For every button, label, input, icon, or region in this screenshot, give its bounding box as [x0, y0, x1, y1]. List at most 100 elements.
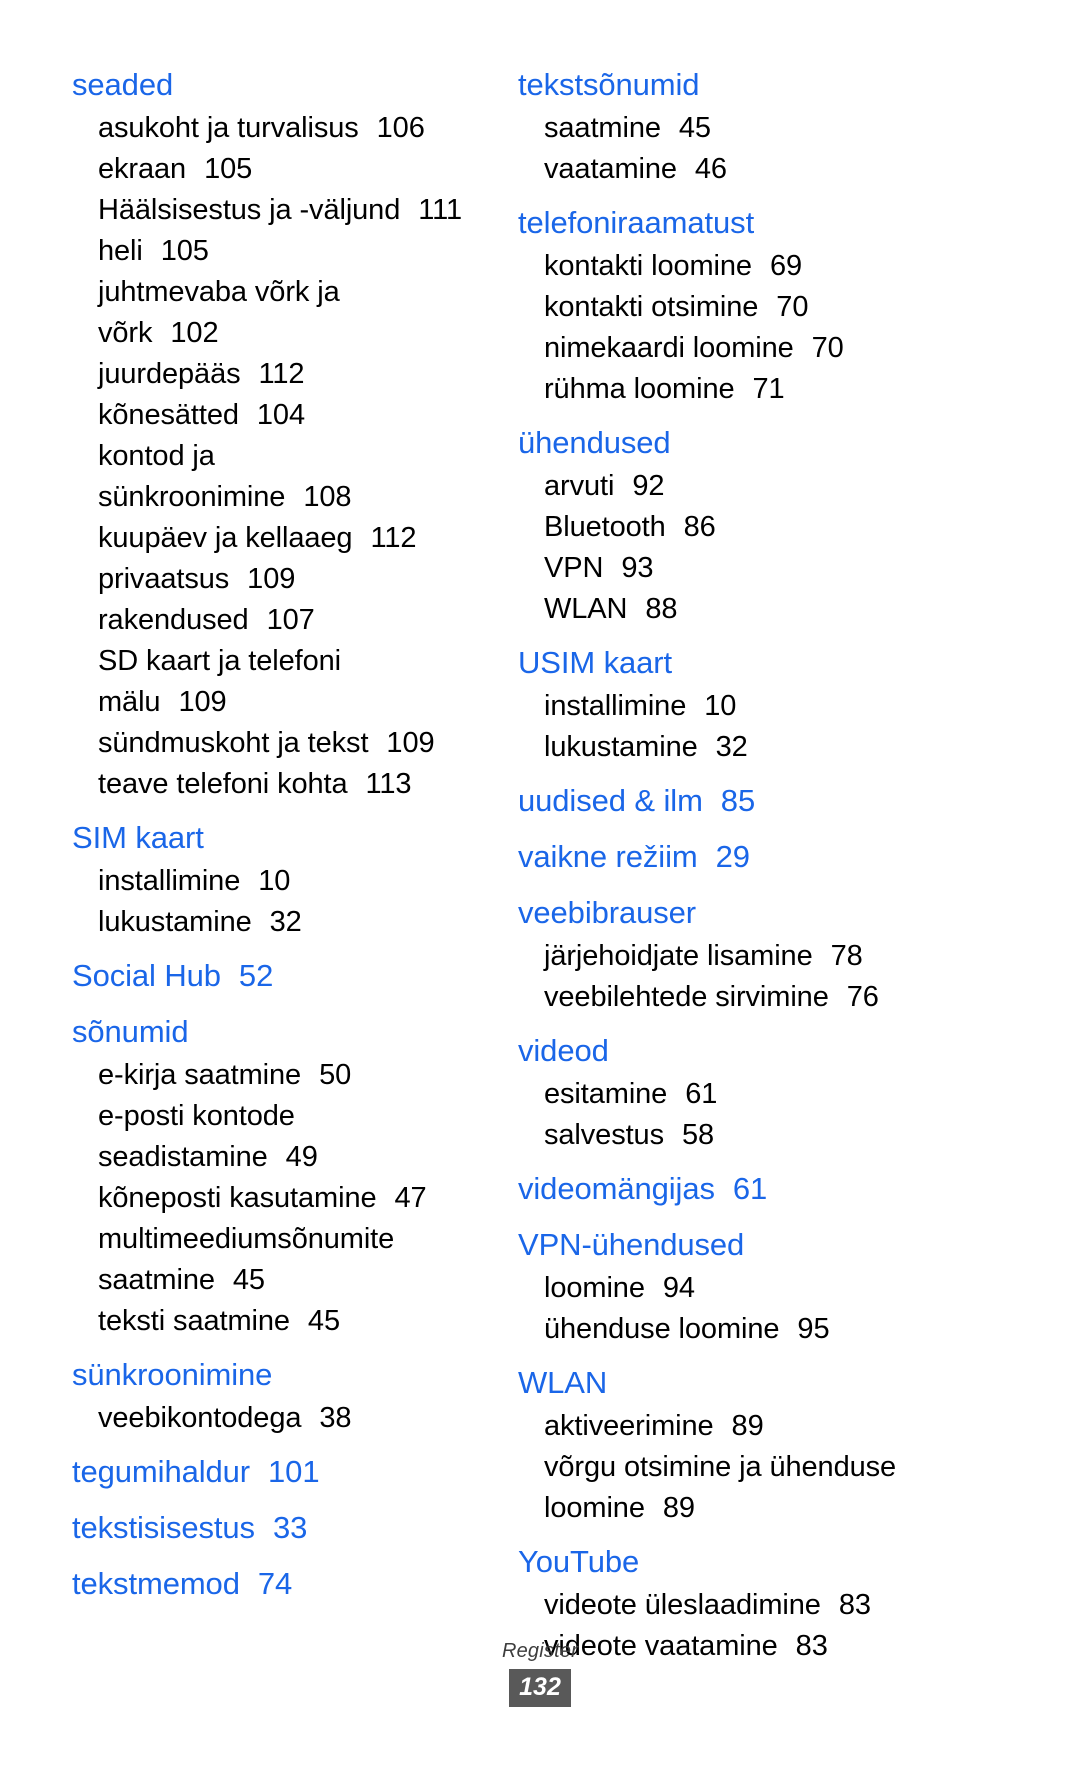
- index-heading[interactable]: vaikne režiim 29: [518, 834, 1070, 880]
- index-entry-page-number: 78: [830, 940, 863, 972]
- index-entry-page-number: 10: [258, 865, 291, 897]
- index-entry[interactable]: privaatsus 109: [72, 559, 492, 600]
- index-entry-page-number: 10: [704, 690, 737, 722]
- index-heading-page-number: 29: [715, 839, 750, 874]
- index-entry[interactable]: aktiveerimine 89: [518, 1406, 1070, 1447]
- index-entry-label: loomine: [544, 1272, 645, 1304]
- index-entry[interactable]: salvestus 58: [518, 1115, 1070, 1156]
- index-entry[interactable]: nimekaardi loomine 70: [518, 328, 1070, 369]
- index-entry[interactable]: veebikontodega 38: [72, 1398, 492, 1439]
- index-entry[interactable]: loomine 94: [518, 1268, 1070, 1309]
- index-heading-page-number: 52: [238, 958, 274, 993]
- index-heading[interactable]: tekstmemod 74: [72, 1561, 492, 1607]
- index-heading[interactable]: WLAN: [518, 1360, 1070, 1406]
- index-entry-page-number: 71: [752, 373, 785, 405]
- index-entry-page-number: 89: [662, 1492, 695, 1524]
- index-entry[interactable]: arvuti 92: [518, 466, 1070, 507]
- index-heading[interactable]: sõnumid: [72, 1009, 492, 1055]
- index-heading[interactable]: VPN-ühendused: [518, 1222, 1070, 1268]
- index-entry[interactable]: veebilehtede sirvimine 76: [518, 977, 1070, 1018]
- index-entry[interactable]: seadistamine 49: [72, 1137, 492, 1178]
- index-entry[interactable]: vaatamine 46: [518, 149, 1070, 190]
- index-entry[interactable]: e-posti kontode: [72, 1096, 492, 1137]
- index-entry[interactable]: ühenduse loomine 95: [518, 1309, 1070, 1350]
- index-entry[interactable]: heli 105: [72, 231, 492, 272]
- index-heading[interactable]: Social Hub 52: [72, 953, 492, 999]
- index-heading[interactable]: videod: [518, 1028, 1070, 1074]
- index-entry-label: vaatamine: [544, 153, 677, 185]
- index-entry-page-number: 109: [178, 686, 227, 718]
- index-entry-label: teksti saatmine: [98, 1305, 290, 1337]
- index-entry[interactable]: juurdepääs 112: [72, 354, 492, 395]
- index-entry[interactable]: rakendused 107: [72, 600, 492, 641]
- index-entry-page-number: 47: [394, 1182, 427, 1214]
- index-entry[interactable]: rühma loomine 71: [518, 369, 1070, 410]
- index-entry[interactable]: lukustamine 32: [72, 902, 492, 943]
- index-entry[interactable]: sündmuskoht ja tekst 109: [72, 723, 492, 764]
- index-entry[interactable]: installimine 10: [72, 861, 492, 902]
- index-entry[interactable]: mälu 109: [72, 682, 492, 723]
- index-entry[interactable]: saatmine 45: [518, 108, 1070, 149]
- index-heading[interactable]: USIM kaart: [518, 640, 1070, 686]
- index-entry[interactable]: ekraan 105: [72, 149, 492, 190]
- index-entry-label: installimine: [544, 690, 687, 722]
- index-entry[interactable]: kõneposti kasutamine 47: [72, 1178, 492, 1219]
- footer-page-number: 132: [509, 1669, 571, 1707]
- index-entry-page-number: 83: [838, 1589, 871, 1621]
- index-entry-label: kõnesätted: [98, 399, 239, 431]
- index-entry[interactable]: sünkroonimine 108: [72, 477, 492, 518]
- index-entry[interactable]: Bluetooth 86: [518, 507, 1070, 548]
- index-heading-label: tegumihaldur: [72, 1454, 251, 1489]
- index-entry[interactable]: kõnesätted 104: [72, 395, 492, 436]
- index-entry[interactable]: multimeediumsõnumite: [72, 1219, 492, 1260]
- index-heading-page-number: 33: [272, 1510, 308, 1545]
- index-column-right: tekstsõnumid saatmine 45 vaatamine 46 telefon…: [500, 62, 1080, 1667]
- index-entry[interactable]: esitamine 61: [518, 1074, 1070, 1115]
- index-heading[interactable]: tekstisisestus 33: [72, 1505, 492, 1551]
- index-entry[interactable]: kuupäev ja kellaaeg 112: [72, 518, 492, 559]
- index-heading-label: ühendused: [518, 425, 671, 460]
- index-heading[interactable]: tegumihaldur 101: [72, 1449, 492, 1495]
- index-entry-label: arvuti: [544, 470, 615, 502]
- index-entry[interactable]: kontakti otsimine 70: [518, 287, 1070, 328]
- index-heading[interactable]: SIM kaart: [72, 815, 492, 861]
- index-entry-label: heli: [98, 235, 143, 267]
- index-heading[interactable]: videomängijas 61: [518, 1166, 1070, 1212]
- index-heading-label: tekstsõnumid: [518, 67, 700, 102]
- index-heading[interactable]: uudised & ilm 85: [518, 778, 1070, 824]
- index-entry[interactable]: loomine 89: [518, 1488, 1070, 1529]
- index-entry-label: salvestus: [544, 1119, 664, 1151]
- index-heading[interactable]: ühendused: [518, 420, 1070, 466]
- index-heading[interactable]: sünkroonimine: [72, 1352, 492, 1398]
- index-heading-label: sünkroonimine: [72, 1357, 273, 1392]
- index-entry[interactable]: juhtmevaba võrk ja: [72, 272, 492, 313]
- index-heading-label: tekstisisestus: [72, 1510, 255, 1545]
- index-entry[interactable]: lukustamine 32: [518, 727, 1070, 768]
- index-entry[interactable]: installimine 10: [518, 686, 1070, 727]
- index-heading[interactable]: seaded: [72, 62, 492, 108]
- index-entry-label: installimine: [98, 865, 241, 897]
- index-entry[interactable]: teksti saatmine 45: [72, 1301, 492, 1342]
- index-entry-label: kontakti loomine: [544, 250, 752, 282]
- index-entry-page-number: 70: [811, 332, 844, 364]
- index-entry[interactable]: kontakti loomine 69: [518, 246, 1070, 287]
- index-entry[interactable]: Häälsisestus ja -väljund 111: [72, 190, 492, 231]
- index-heading[interactable]: tekstsõnumid: [518, 62, 1070, 108]
- index-entry[interactable]: võrgu otsimine ja ühenduse: [518, 1447, 1070, 1488]
- index-entry[interactable]: kontod ja: [72, 436, 492, 477]
- index-heading[interactable]: veebibrauser: [518, 890, 1070, 936]
- index-entry[interactable]: videote üleslaadimine 83: [518, 1585, 1070, 1626]
- index-heading-label: videomängijas: [518, 1171, 715, 1206]
- index-heading[interactable]: YouTube: [518, 1539, 1070, 1585]
- index-entry[interactable]: e-kirja saatmine 50: [72, 1055, 492, 1096]
- index-entry[interactable]: võrk 102: [72, 313, 492, 354]
- index-heading-label: YouTube: [518, 1544, 640, 1579]
- index-entry[interactable]: järjehoidjate lisamine 78: [518, 936, 1070, 977]
- index-entry[interactable]: VPN 93: [518, 548, 1070, 589]
- index-entry[interactable]: saatmine 45: [72, 1260, 492, 1301]
- index-entry[interactable]: WLAN 88: [518, 589, 1070, 630]
- index-entry[interactable]: teave telefoni kohta 113: [72, 764, 492, 805]
- index-heading[interactable]: telefoniraamatust: [518, 200, 1070, 246]
- index-entry[interactable]: asukoht ja turvalisus 106: [72, 108, 492, 149]
- index-entry[interactable]: SD kaart ja telefoni: [72, 641, 492, 682]
